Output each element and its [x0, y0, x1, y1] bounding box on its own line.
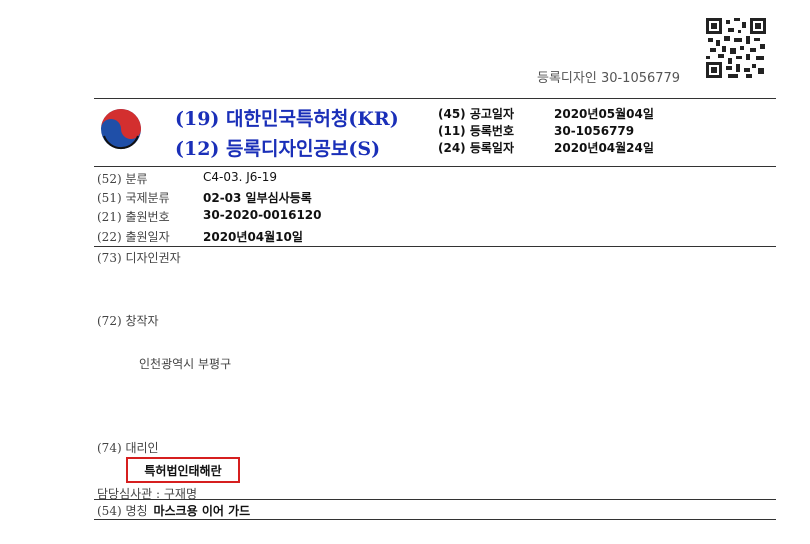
application-date-row: (22) 출원일자 2020년04월10일	[97, 228, 303, 245]
agent-name-highlight: 특허법인태해란	[126, 457, 240, 483]
creator-label: (72) 창작자	[97, 314, 159, 328]
publication-date-row: (45) 공고일자 2020년05월04일	[438, 106, 654, 123]
classification-row: (52) 분류 C4-03. J6-19	[97, 170, 277, 187]
rights-holder-label: (73) 디자인권자	[97, 251, 181, 265]
registration-date-value: 2020년04월24일	[554, 141, 654, 155]
application-number-value: 30-2020-0016120	[203, 208, 322, 222]
intl-classification-value: 02-03 일부심사등록	[203, 191, 312, 205]
application-number-row: (21) 출원번호 30-2020-0016120	[97, 208, 322, 225]
application-date-value: 2020년04월10일	[203, 230, 303, 244]
examiner-rule	[94, 499, 776, 500]
design-title-value: 마스크용 이어 가드	[153, 504, 251, 518]
classification-label: (52) 분류	[97, 172, 148, 186]
fields-bottom-rule	[94, 246, 776, 247]
office-name: (19) 대한민국특허청(KR)	[175, 108, 399, 130]
bottom-rule	[94, 519, 776, 520]
publication-date-label: (45) 공고일자	[438, 107, 515, 121]
registration-number: 30-1056779	[600, 71, 681, 86]
registration-type-label: 등록디자인	[537, 71, 597, 86]
qr-code-icon	[706, 18, 766, 78]
agent-label: (74) 대리인	[97, 441, 159, 455]
kipo-taegeuk-logo	[101, 109, 141, 150]
classification-value: C4-03. J6-19	[203, 170, 278, 184]
registration-date-row: (24) 등록일자 2020년04월24일	[438, 140, 654, 157]
creator-address: 인천광역시 부평구	[139, 357, 232, 371]
agent-name: 특허법인태해란	[144, 463, 222, 478]
application-date-label: (22) 출원일자	[97, 230, 170, 244]
publication-info: (45) 공고일자 2020년05월04일 (11) 등록번호 30-10567…	[438, 106, 654, 157]
intl-classification-label: (51) 국제분류	[97, 191, 170, 205]
registration-number-header: 등록디자인 30-1056779	[537, 67, 680, 86]
registration-date-label: (24) 등록일자	[438, 141, 515, 155]
design-title-row: (54) 명칭 마스크용 이어 가드	[97, 502, 250, 519]
design-title-label: (54) 명칭	[97, 504, 148, 518]
top-rule	[94, 98, 776, 99]
registration-number-label: (11) 등록번호	[438, 124, 515, 138]
office-title: (19) 대한민국특허청(KR) (12) 등록디자인공보(S)	[175, 104, 399, 164]
header-bottom-rule	[94, 166, 776, 167]
application-number-label: (21) 출원번호	[97, 210, 170, 224]
intl-classification-row: (51) 국제분류 02-03 일부심사등록	[97, 189, 312, 206]
registration-number-value: 30-1056779	[554, 124, 635, 138]
publication-type: (12) 등록디자인공보(S)	[175, 138, 381, 160]
publication-date-value: 2020년05월04일	[554, 107, 654, 121]
registration-number-row: (11) 등록번호 30-1056779	[438, 123, 654, 140]
